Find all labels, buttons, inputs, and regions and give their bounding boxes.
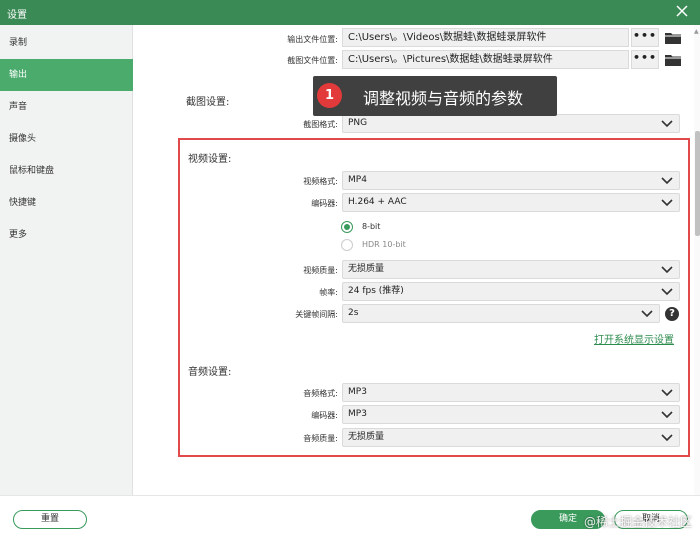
close-icon[interactable] <box>674 3 690 19</box>
sidebar-item-camera[interactable]: 摄像头 <box>0 123 133 155</box>
dialog-footer: 重置 确定 取消 @稀土掘金技术社区 <box>0 495 700 541</box>
video-format-label: 视频格式: <box>303 177 338 186</box>
window-titlebar: 设置 <box>0 0 700 25</box>
video-encoder-label: 编码器: <box>311 199 338 208</box>
scrollbar-thumb[interactable] <box>695 131 700 236</box>
sidebar-item-sound[interactable]: 声音 <box>0 91 133 123</box>
screenshot-format-label: 截图格式: <box>303 120 338 129</box>
video-path-browse-button[interactable]: ••• <box>631 28 659 47</box>
screenshot-path-label: 截图文件位置: <box>287 56 338 65</box>
audio-encoder-label: 编码器: <box>311 411 338 420</box>
video-format-select[interactable]: MP4 <box>342 171 680 190</box>
help-icon[interactable]: ? <box>665 307 679 321</box>
video-quality-select[interactable]: 无损质量 <box>342 260 680 279</box>
audio-encoder-select[interactable]: MP3 <box>342 405 680 424</box>
video-format-value: MP4 <box>348 175 367 185</box>
annotation-text: 调整视频与音频的参数 <box>363 89 524 108</box>
bit-depth-8bit-label: 8-bit <box>362 222 381 231</box>
video-quality-label: 视频质量: <box>303 266 338 275</box>
chevron-down-icon <box>661 389 673 397</box>
screenshot-path-browse-button[interactable]: ••• <box>631 50 659 69</box>
bit-depth-hdr10-label: HDR 10-bit <box>362 240 406 249</box>
audio-quality-select[interactable]: 无损质量 <box>342 428 680 447</box>
audio-quality-label: 音频质量: <box>303 434 338 443</box>
fps-value: 24 fps (推荐) <box>348 286 404 296</box>
screenshot-format-select[interactable]: PNG <box>342 114 680 133</box>
scroll-up-icon[interactable]: ▲ <box>694 28 699 35</box>
window-title: 设置 <box>7 10 27 21</box>
reset-button[interactable]: 重置 <box>13 510 87 529</box>
video-path-field[interactable]: C:\Users\。\Videos\数据蛙\数据蛙录屏软件 <box>342 28 629 47</box>
screenshot-folder-icon[interactable] <box>664 53 682 67</box>
video-folder-icon[interactable] <box>664 31 682 45</box>
video-quality-value: 无损质量 <box>348 264 385 274</box>
sidebar-item-hotkeys[interactable]: 快捷键 <box>0 187 133 219</box>
fps-select[interactable]: 24 fps (推荐) <box>342 282 680 301</box>
sidebar-item-mouse-keyboard[interactable]: 鼠标和键盘 <box>0 155 133 187</box>
audio-format-label: 音频格式: <box>303 389 338 398</box>
chevron-down-icon <box>661 411 673 419</box>
bit-depth-hdr10-radio[interactable] <box>341 239 353 251</box>
sidebar: 录制 输出 声音 摄像头 鼠标和键盘 快捷键 更多 <box>0 25 133 495</box>
open-display-settings-link[interactable]: 打开系统显示设置 <box>594 331 674 346</box>
sidebar-item-record[interactable]: 录制 <box>0 27 133 59</box>
chevron-down-icon <box>661 266 673 274</box>
video-encoder-value: H.264 + AAC <box>348 197 407 207</box>
chevron-down-icon <box>661 199 673 207</box>
video-settings-title: 视频设置: <box>188 154 232 165</box>
video-encoder-select[interactable]: H.264 + AAC <box>342 193 680 212</box>
audio-settings-title: 音频设置: <box>188 367 232 378</box>
callout-pointer <box>346 88 354 104</box>
screenshot-format-value: PNG <box>348 118 368 128</box>
screenshot-settings-title: 截图设置: <box>186 97 230 108</box>
audio-encoder-value: MP3 <box>348 409 367 419</box>
annotation-callout: 1 调整视频与音频的参数 <box>313 76 557 116</box>
chevron-down-icon <box>661 434 673 442</box>
chevron-down-icon <box>661 177 673 185</box>
fps-label: 帧率: <box>319 288 338 297</box>
keyframe-interval-select[interactable]: 2s <box>342 304 660 323</box>
keyframe-interval-value: 2s <box>348 308 359 318</box>
screenshot-path-field[interactable]: C:\Users\。\Pictures\数据蛙\数据蛙录屏软件 <box>342 50 629 69</box>
audio-format-select[interactable]: MP3 <box>342 383 680 402</box>
content-scrollbar[interactable]: ▲ <box>694 25 700 495</box>
sidebar-item-more[interactable]: 更多 <box>0 219 133 251</box>
keyframe-interval-label: 关键帧间隔: <box>295 310 338 319</box>
video-path-label: 输出文件位置: <box>287 35 338 44</box>
bit-depth-8bit-radio[interactable] <box>341 221 353 233</box>
watermark: @稀土掘金技术社区 <box>583 515 692 529</box>
audio-format-value: MP3 <box>348 387 367 397</box>
chevron-down-icon <box>661 288 673 296</box>
chevron-down-icon <box>661 120 673 128</box>
step-badge: 1 <box>317 83 342 108</box>
sidebar-item-output[interactable]: 输出 <box>0 59 133 91</box>
chevron-down-icon <box>641 310 653 318</box>
audio-quality-value: 无损质量 <box>348 432 385 442</box>
